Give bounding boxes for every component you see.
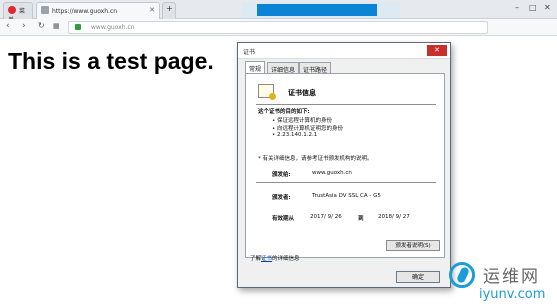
browser-tab-bar: 菜单 https://www.guoxh.cn ✕ + – □ ✕ <box>0 0 557 24</box>
purpose-heading: 这个证书的目的如下: <box>258 109 310 115</box>
page-icon <box>41 6 49 14</box>
minimize-icon[interactable]: – <box>515 3 519 12</box>
dialog-title-bar: 证书 ✕ <box>238 43 450 59</box>
tab-guoxh[interactable]: https://www.guoxh.cn ✕ <box>36 2 160 19</box>
certificate-dialog: 证书 ✕ 常规 详细信息 证书路径 证书信息 这个证书的目的如下: • 保证远程… <box>237 42 451 288</box>
purpose-item: • 2.23.140.1.2.1 <box>272 132 318 138</box>
watermark-logo: 运维网 iyunv.com <box>449 258 553 306</box>
general-panel: 证书信息 这个证书的目的如下: • 保证远程计算机的身份 • 向远程计算机证明您… <box>245 73 445 258</box>
validity-from: 2017/ 9/ 26 <box>310 214 342 220</box>
speed-dial-icon[interactable]: ▦ <box>53 22 60 30</box>
address-bar-row: ‹ › ↻ ▦ www.guoxh.cn <box>0 19 557 36</box>
new-tab-button[interactable]: + <box>162 2 176 19</box>
issued-to-label: 颁发给: <box>272 172 291 178</box>
issued-by-label: 颁发者: <box>272 195 291 201</box>
watermark-cn: 运维网 <box>483 267 540 287</box>
issued-to-value: www.guoxh.cn <box>312 170 352 176</box>
ok-button[interactable]: 确定 <box>396 271 440 283</box>
validity-label: 有效期从 <box>272 216 295 222</box>
cert-note: * 有关详细信息，请参考证书颁发机构的说明。 <box>258 156 373 162</box>
learn-more-link[interactable]: 证书 <box>261 256 272 262</box>
validity-to: 2018/ 9/ 27 <box>378 214 410 220</box>
lock-icon <box>75 24 81 30</box>
watermark-icon <box>449 262 475 288</box>
learn-more-text: 了解证书的详细信息 <box>250 256 300 262</box>
divider <box>256 104 436 105</box>
close-tab-icon[interactable]: ✕ <box>149 6 155 14</box>
close-window-icon[interactable]: ✕ <box>544 3 551 12</box>
page-heading: This is a test page. <box>8 48 214 74</box>
url-input[interactable]: www.guoxh.cn <box>68 21 488 34</box>
forward-icon[interactable]: › <box>22 21 26 31</box>
cert-info-title: 证书信息 <box>288 89 316 97</box>
issuer-statement-button[interactable]: 颁发者说明(S) <box>386 240 440 251</box>
watermark-en: iyunv.com <box>479 287 546 302</box>
reload-icon[interactable]: ↻ <box>38 21 45 30</box>
dialog-close-button[interactable]: ✕ <box>427 45 447 56</box>
issued-by-value: TrustAsia DV SSL CA - G5 <box>312 193 381 199</box>
opera-logo-icon <box>8 6 16 14</box>
purpose-item: • 向远程计算机证明您的身份 <box>272 126 343 132</box>
back-icon[interactable]: ‹ <box>6 21 10 31</box>
divider <box>256 182 436 183</box>
validity-to-word: 到 <box>358 216 364 222</box>
dragged-tab-highlight <box>257 4 377 16</box>
certificate-icon <box>258 84 276 100</box>
purpose-item: • 保证远程计算机的身份 <box>272 118 332 124</box>
maximize-icon[interactable]: □ <box>529 3 537 12</box>
tab-menu[interactable]: 菜单 <box>3 2 33 24</box>
